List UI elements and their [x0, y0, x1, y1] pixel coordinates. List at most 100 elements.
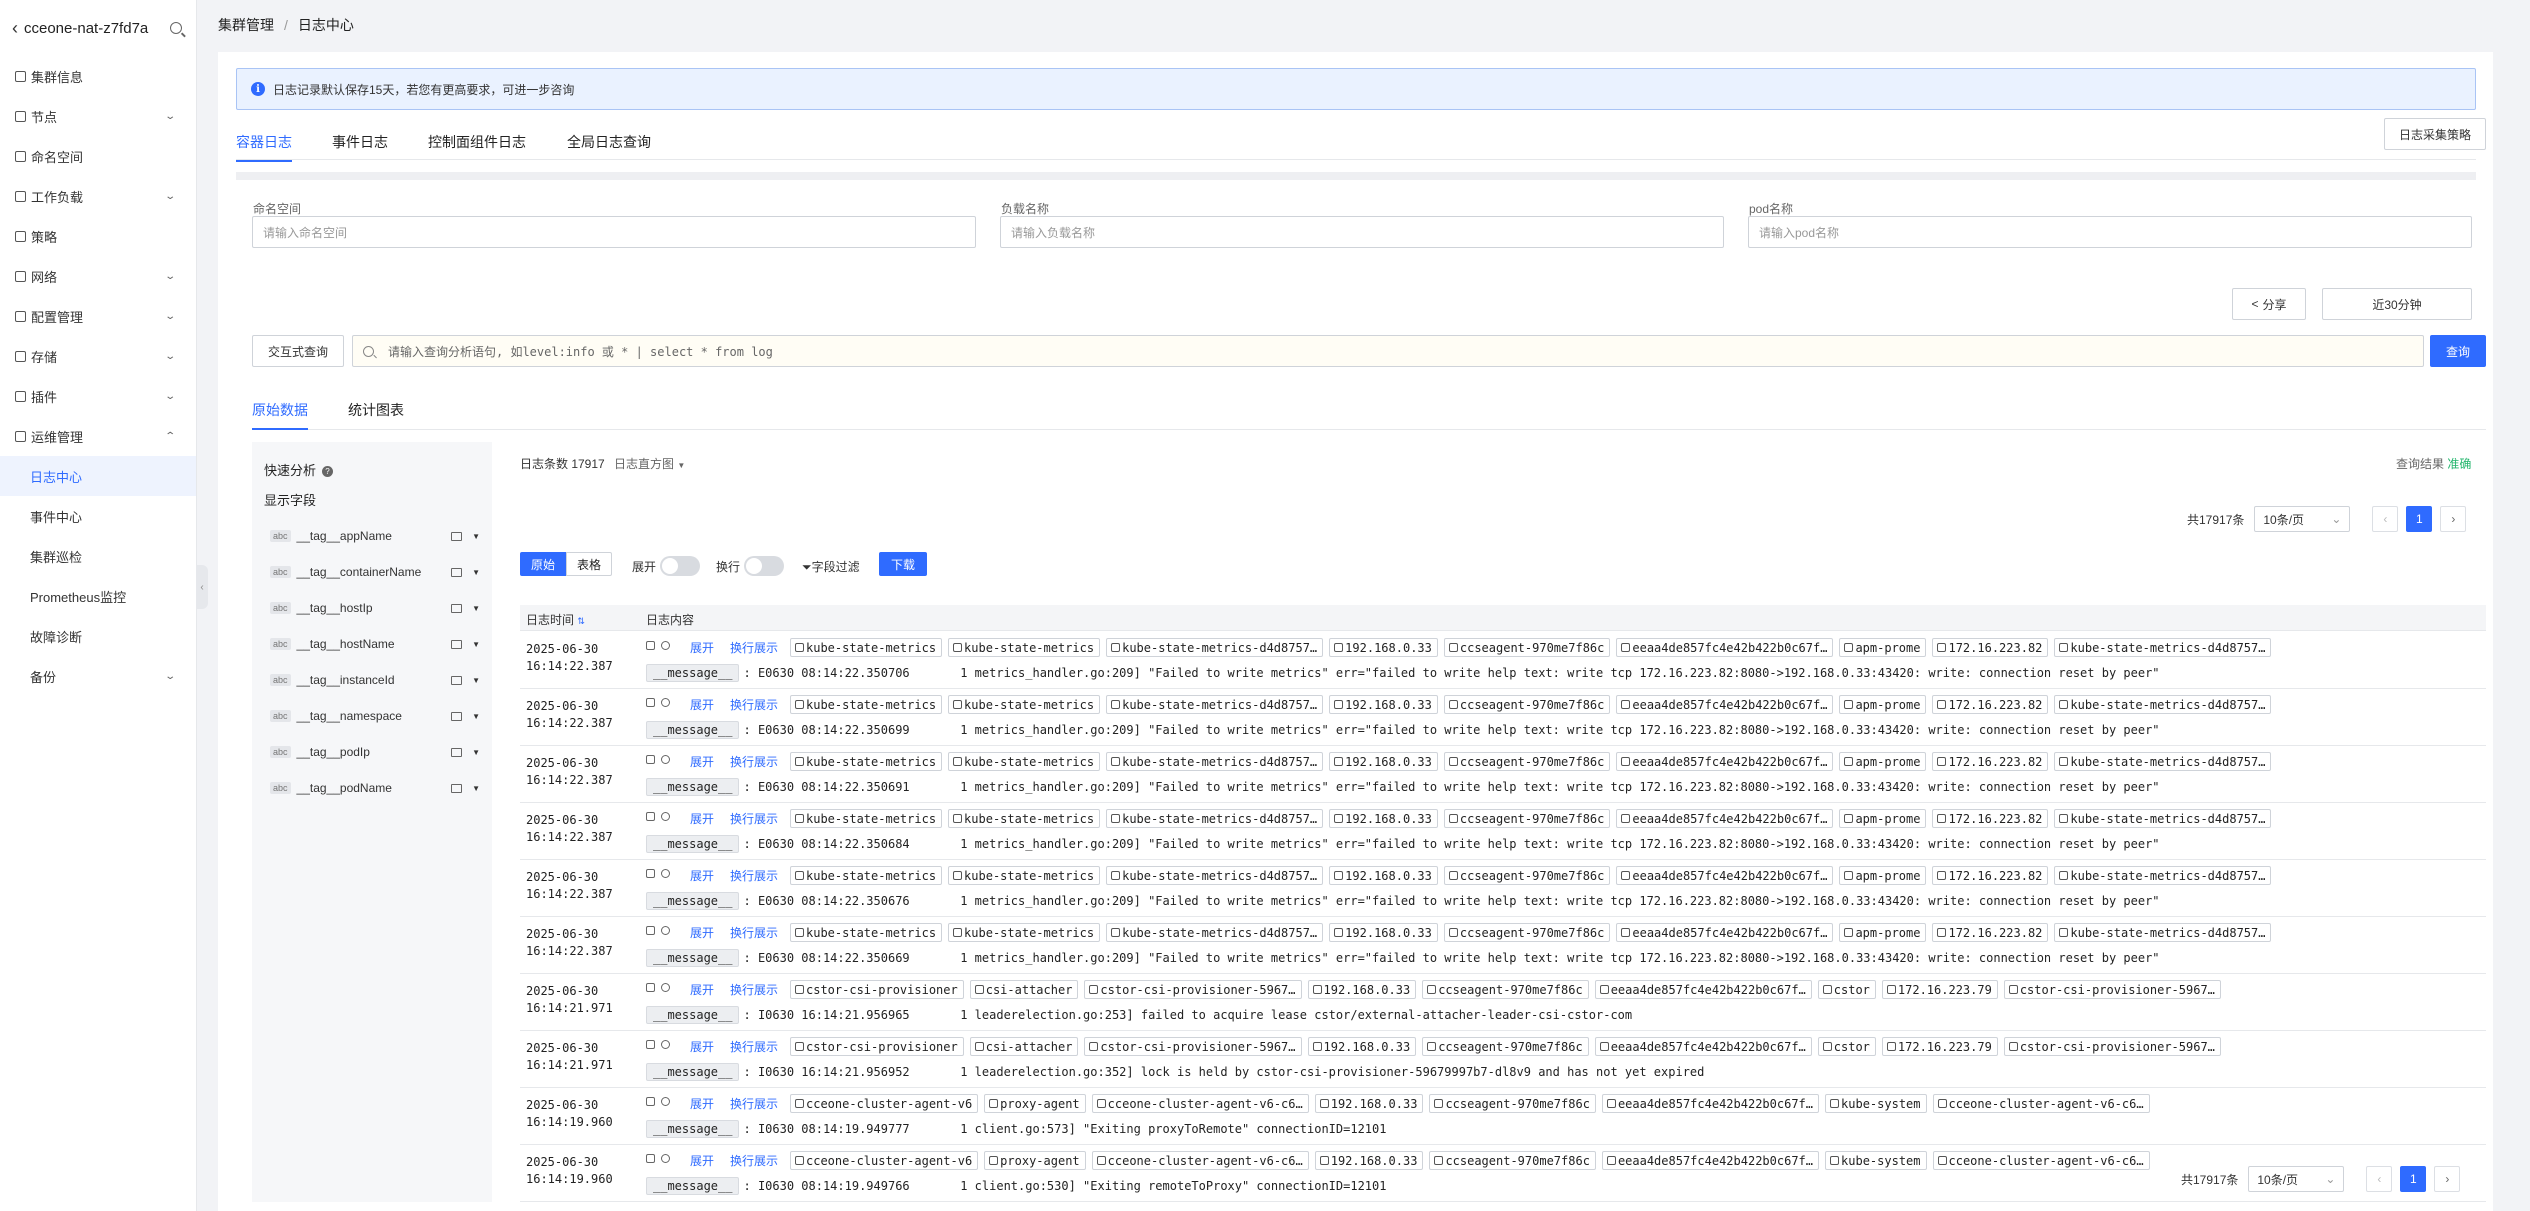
- log-tag[interactable]: kube-state-metrics: [790, 695, 943, 714]
- row-wrap-link[interactable]: 换行展示: [730, 1038, 778, 1055]
- log-tag[interactable]: apm-prome: [1839, 866, 1927, 885]
- log-tag[interactable]: cstor-csi-provisioner-5967…: [1084, 980, 1302, 999]
- log-tag[interactable]: 192.168.0.33: [1329, 809, 1438, 828]
- sidebar-item[interactable]: 运维管理 ⌃: [0, 416, 196, 456]
- magnify-icon[interactable]: [661, 755, 670, 764]
- log-tag[interactable]: kube-system: [1825, 1094, 1927, 1113]
- pod-input[interactable]: 请输入pod名称: [1748, 216, 2472, 248]
- copy-icon[interactable]: [646, 1097, 655, 1106]
- next-page-button[interactable]: ›: [2434, 1166, 2461, 1192]
- log-tag[interactable]: ccseagent-970me7f86c: [1443, 752, 1611, 771]
- page-size-select[interactable]: 10条/页 ⌄: [2248, 1166, 2345, 1192]
- share-button[interactable]: < 分享: [2232, 288, 2306, 320]
- log-tag[interactable]: kube-state-metrics: [790, 638, 943, 657]
- time-range-select[interactable]: 近30分钟: [2322, 288, 2472, 320]
- sidebar-item[interactable]: 工作负载 ⌄: [0, 176, 196, 216]
- log-tag[interactable]: cstor: [1817, 980, 1876, 999]
- field-item[interactable]: abc __tag__hostIp ▼: [270, 598, 480, 618]
- tab-event-logs[interactable]: 事件日志: [332, 132, 388, 160]
- log-tag[interactable]: 172.16.223.79: [1881, 980, 1998, 999]
- log-tag[interactable]: kube-state-metrics-d4d8757…: [1106, 752, 1324, 771]
- log-tag[interactable]: apm-prome: [1839, 923, 1927, 942]
- sidebar-subitem[interactable]: 日志中心: [0, 456, 196, 496]
- chart-icon[interactable]: [451, 567, 463, 577]
- log-tag[interactable]: 192.168.0.33: [1307, 980, 1417, 999]
- copy-icon[interactable]: [646, 641, 655, 650]
- prev-page-button[interactable]: ‹: [2372, 506, 2399, 532]
- log-tag[interactable]: apm-prome: [1839, 638, 1927, 657]
- chart-icon[interactable]: [451, 531, 463, 541]
- log-tag[interactable]: 172.16.223.82: [1932, 638, 2049, 657]
- tab-raw-data[interactable]: 原始数据: [252, 400, 308, 430]
- log-tag[interactable]: 172.16.223.82: [1932, 866, 2049, 885]
- interactive-query-button[interactable]: 交互式查询: [252, 335, 344, 367]
- log-tag[interactable]: 172.16.223.82: [1932, 923, 2049, 942]
- row-expand-link[interactable]: 展开: [690, 981, 714, 998]
- log-tag[interactable]: eeaa4de857fc4e42b422b0c67f…: [1594, 980, 1812, 999]
- copy-icon[interactable]: [646, 869, 655, 878]
- log-tag[interactable]: 192.168.0.33: [1329, 866, 1438, 885]
- row-expand-link[interactable]: 展开: [690, 1038, 714, 1055]
- copy-icon[interactable]: [646, 926, 655, 935]
- current-page[interactable]: 1: [2406, 506, 2433, 532]
- caret-down-icon[interactable]: ▼: [472, 784, 480, 793]
- log-tag[interactable]: ccseagent-970me7f86c: [1422, 1037, 1589, 1056]
- histogram-toggle[interactable]: 日志直方图 ▼: [614, 455, 685, 472]
- log-tag[interactable]: kube-state-metrics: [948, 923, 1101, 942]
- caret-down-icon[interactable]: ▼: [472, 568, 480, 577]
- log-tag[interactable]: apm-prome: [1839, 752, 1927, 771]
- log-tag[interactable]: cceone-cluster-agent-v6-c6…: [1091, 1151, 1309, 1170]
- view-raw-button[interactable]: 原始: [520, 552, 566, 576]
- field-item[interactable]: abc __tag__containerName ▼: [270, 562, 480, 582]
- namespace-input[interactable]: 请输入命名空间: [252, 216, 976, 248]
- log-tag[interactable]: kube-system: [1825, 1151, 1927, 1170]
- log-tag[interactable]: kube-state-metrics-d4d8757…: [1106, 638, 1324, 657]
- row-wrap-link[interactable]: 换行展示: [730, 753, 778, 770]
- row-wrap-link[interactable]: 换行展示: [730, 1152, 778, 1169]
- log-tag[interactable]: eeaa4de857fc4e42b422b0c67f…: [1616, 923, 1834, 942]
- log-tag[interactable]: eeaa4de857fc4e42b422b0c67f…: [1601, 1094, 1820, 1113]
- sidebar-subitem[interactable]: 故障诊断: [0, 616, 196, 656]
- workload-input[interactable]: 请输入负载名称: [1000, 216, 1724, 248]
- sidebar-item-backup[interactable]: 备份 ⌄: [0, 656, 196, 696]
- log-tag[interactable]: kube-state-metrics-d4d8757…: [2054, 809, 2272, 828]
- log-tag[interactable]: 192.168.0.33: [1329, 695, 1438, 714]
- collect-policy-button[interactable]: 日志采集策略: [2384, 118, 2486, 150]
- chart-icon[interactable]: [451, 747, 463, 757]
- log-tag[interactable]: ccseagent-970me7f86c: [1429, 1094, 1596, 1113]
- log-tag[interactable]: eeaa4de857fc4e42b422b0c67f…: [1594, 1037, 1812, 1056]
- row-expand-link[interactable]: 展开: [690, 924, 714, 941]
- log-tag[interactable]: 192.168.0.33: [1307, 1037, 1417, 1056]
- tab-container-logs[interactable]: 容器日志: [236, 132, 292, 162]
- query-button[interactable]: 查询: [2430, 335, 2486, 367]
- row-wrap-link[interactable]: 换行展示: [730, 1095, 778, 1112]
- caret-down-icon[interactable]: ▼: [472, 532, 480, 541]
- log-tag[interactable]: kube-state-metrics-d4d8757…: [1106, 923, 1324, 942]
- row-wrap-link[interactable]: 换行展示: [730, 924, 778, 941]
- sidebar-item[interactable]: 集群信息: [0, 56, 196, 96]
- row-expand-link[interactable]: 展开: [690, 753, 714, 770]
- chart-icon[interactable]: [451, 675, 463, 685]
- log-tag[interactable]: kube-state-metrics: [790, 866, 943, 885]
- row-wrap-link[interactable]: 换行展示: [730, 639, 778, 656]
- row-wrap-link[interactable]: 换行展示: [730, 810, 778, 827]
- log-tag[interactable]: apm-prome: [1839, 695, 1927, 714]
- tab-statistics-chart[interactable]: 统计图表: [348, 400, 404, 428]
- log-tag[interactable]: kube-state-metrics: [948, 695, 1101, 714]
- log-tag[interactable]: kube-state-metrics: [948, 809, 1101, 828]
- field-item[interactable]: abc __tag__namespace ▼: [270, 706, 480, 726]
- sidebar-collapse-handle[interactable]: ‹: [196, 565, 208, 609]
- magnify-icon[interactable]: [661, 1154, 670, 1163]
- next-page-button[interactable]: ›: [2440, 506, 2467, 532]
- sidebar-item[interactable]: 插件 ⌄: [0, 376, 196, 416]
- log-tag[interactable]: kube-state-metrics: [948, 752, 1101, 771]
- log-tag[interactable]: kube-state-metrics: [790, 752, 943, 771]
- sidebar-item[interactable]: 配置管理 ⌄: [0, 296, 196, 336]
- log-tag[interactable]: ccseagent-970me7f86c: [1429, 1151, 1596, 1170]
- log-tag[interactable]: eeaa4de857fc4e42b422b0c67f…: [1616, 695, 1834, 714]
- log-tag[interactable]: ccseagent-970me7f86c: [1443, 638, 1611, 657]
- log-tag[interactable]: ccseagent-970me7f86c: [1443, 809, 1611, 828]
- log-tag[interactable]: csi-attacher: [969, 1037, 1079, 1056]
- field-item[interactable]: abc __tag__podIp ▼: [270, 742, 480, 762]
- expand-toggle[interactable]: [660, 556, 700, 576]
